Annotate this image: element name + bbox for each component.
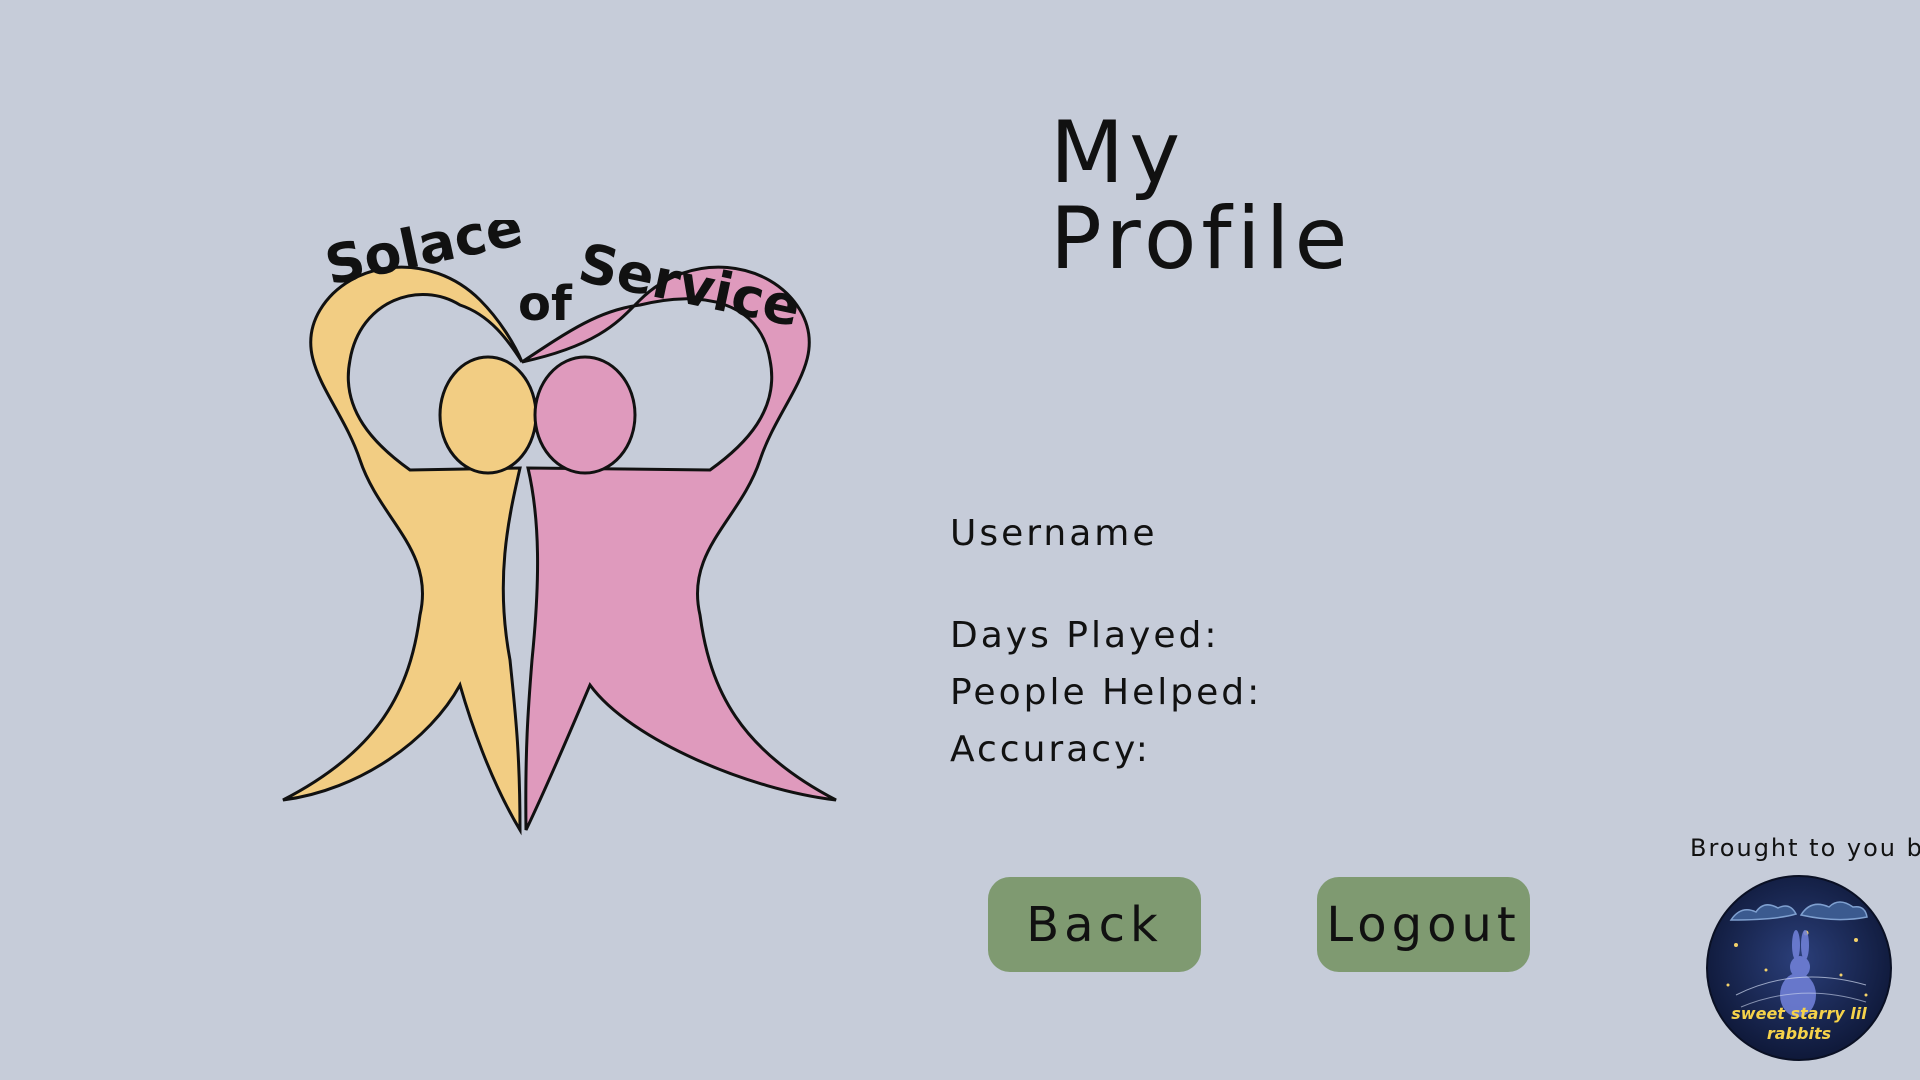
stats-spacer bbox=[950, 562, 1262, 607]
back-button[interactable]: Back bbox=[988, 877, 1201, 972]
brought-to-you-label: Brought to you by: bbox=[1690, 834, 1920, 862]
days-played-label: Days Played: bbox=[950, 615, 1220, 656]
logo-word-of: of bbox=[518, 276, 573, 332]
badge-text-line1: sweet starry lil bbox=[1731, 1004, 1867, 1023]
accuracy-label: Accuracy: bbox=[950, 729, 1151, 770]
username-label: Username bbox=[950, 513, 1158, 554]
people-helped-label: People Helped: bbox=[950, 672, 1263, 713]
solace-of-service-logo: Solace of Service bbox=[282, 220, 837, 836]
profile-stats: Username Days Played: People Helped: Acc… bbox=[950, 505, 1262, 778]
logout-button[interactable]: Logout bbox=[1317, 877, 1530, 972]
page-title: My Profile bbox=[1050, 103, 1353, 289]
badge-text-line2: rabbits bbox=[1767, 1024, 1831, 1043]
sweet-starry-lil-rabbits-badge: sweet starry lil rabbits bbox=[1706, 875, 1892, 1061]
